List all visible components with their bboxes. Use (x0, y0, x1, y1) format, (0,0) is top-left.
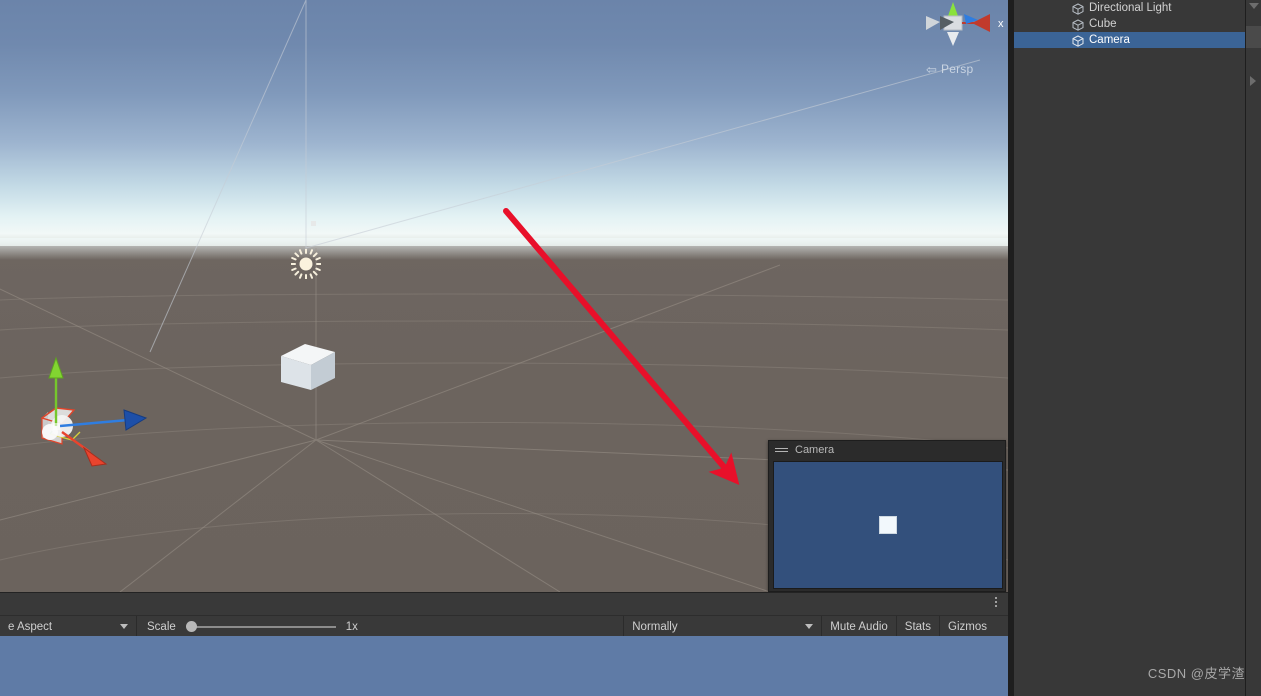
vertical-scrollbar-thumb[interactable] (1246, 26, 1261, 48)
play-mode-dropdown[interactable]: Normally (624, 616, 823, 637)
directional-light-gizmo[interactable] (290, 248, 322, 280)
chevron-down-icon[interactable] (1249, 3, 1259, 9)
scale-slider-track (189, 625, 336, 628)
persp-label: Persp (941, 62, 974, 76)
hierarchy-item-cube[interactable]: Cube (1014, 16, 1245, 32)
game-toolbar-upper (0, 593, 1008, 615)
svg-text:x: x (998, 18, 1004, 30)
scale-label: Scale (147, 620, 176, 633)
scale-control[interactable]: Scale 1x (137, 616, 625, 637)
hierarchy-item-label: Camera (1089, 34, 1130, 46)
scene-view[interactable]: x ⇦ Persp Camera (0, 0, 1008, 592)
hierarchy-item-directional-light[interactable]: Directional Light (1014, 0, 1245, 16)
watermark: CSDN @皮学渣 (1147, 666, 1245, 681)
mute-audio-button[interactable]: Mute Audio (822, 616, 897, 637)
scene-orientation-gizmo[interactable]: x (920, 0, 1008, 50)
hierarchy-item-camera[interactable]: Camera (1014, 32, 1245, 48)
game-view-toolbar: e Aspect Scale 1x Normally Mute Audio St… (0, 592, 1008, 637)
right-rail (1245, 0, 1261, 696)
aspect-ratio-dropdown[interactable]: e Aspect (0, 616, 137, 637)
camera-preview-header: Camera (769, 441, 1005, 459)
cube-icon (1072, 34, 1084, 47)
game-toolbar-controls: e Aspect Scale 1x Normally Mute Audio St… (0, 615, 1008, 637)
gizmos-label: Gizmos (948, 620, 987, 633)
scale-value: 1x (345, 620, 358, 633)
cube-object[interactable] (279, 340, 337, 392)
camera-preview-title: Camera (795, 444, 835, 456)
camera-preview-window[interactable]: Camera (768, 440, 1006, 592)
camera-preview-cube (879, 516, 897, 534)
stats-label: Stats (904, 620, 932, 633)
camera-preview-render (773, 461, 1003, 589)
hierarchy-item-label: Cube (1089, 18, 1117, 30)
hamburger-icon[interactable] (775, 448, 788, 452)
hierarchy-item-label: Directional Light (1089, 2, 1172, 14)
mute-audio-label: Mute Audio (830, 620, 888, 633)
hierarchy-panel[interactable]: Directional Light Cube Camera (1014, 0, 1245, 696)
scale-slider[interactable] (185, 621, 336, 633)
chevron-down-icon (805, 624, 814, 629)
chevron-right-icon[interactable] (1250, 76, 1256, 86)
chevron-down-icon (120, 624, 128, 629)
cube-icon (1072, 18, 1084, 31)
cube-icon (1072, 2, 1084, 15)
aspect-ratio-value: e Aspect (8, 620, 53, 633)
stats-button[interactable]: Stats (897, 616, 941, 637)
play-mode-value: Normally (632, 620, 678, 633)
kebab-menu-icon[interactable] (992, 596, 1000, 608)
game-view-render[interactable] (0, 636, 1008, 696)
persp-arrow-icon: ⇦ (926, 62, 937, 77)
unity-editor-window: x ⇦ Persp Camera e Aspect Scale 1x Norma… (0, 0, 1261, 696)
gizmos-button[interactable]: Gizmos (940, 616, 1008, 637)
camera-object-gizmo[interactable] (28, 340, 158, 470)
scale-slider-handle[interactable] (185, 621, 197, 632)
